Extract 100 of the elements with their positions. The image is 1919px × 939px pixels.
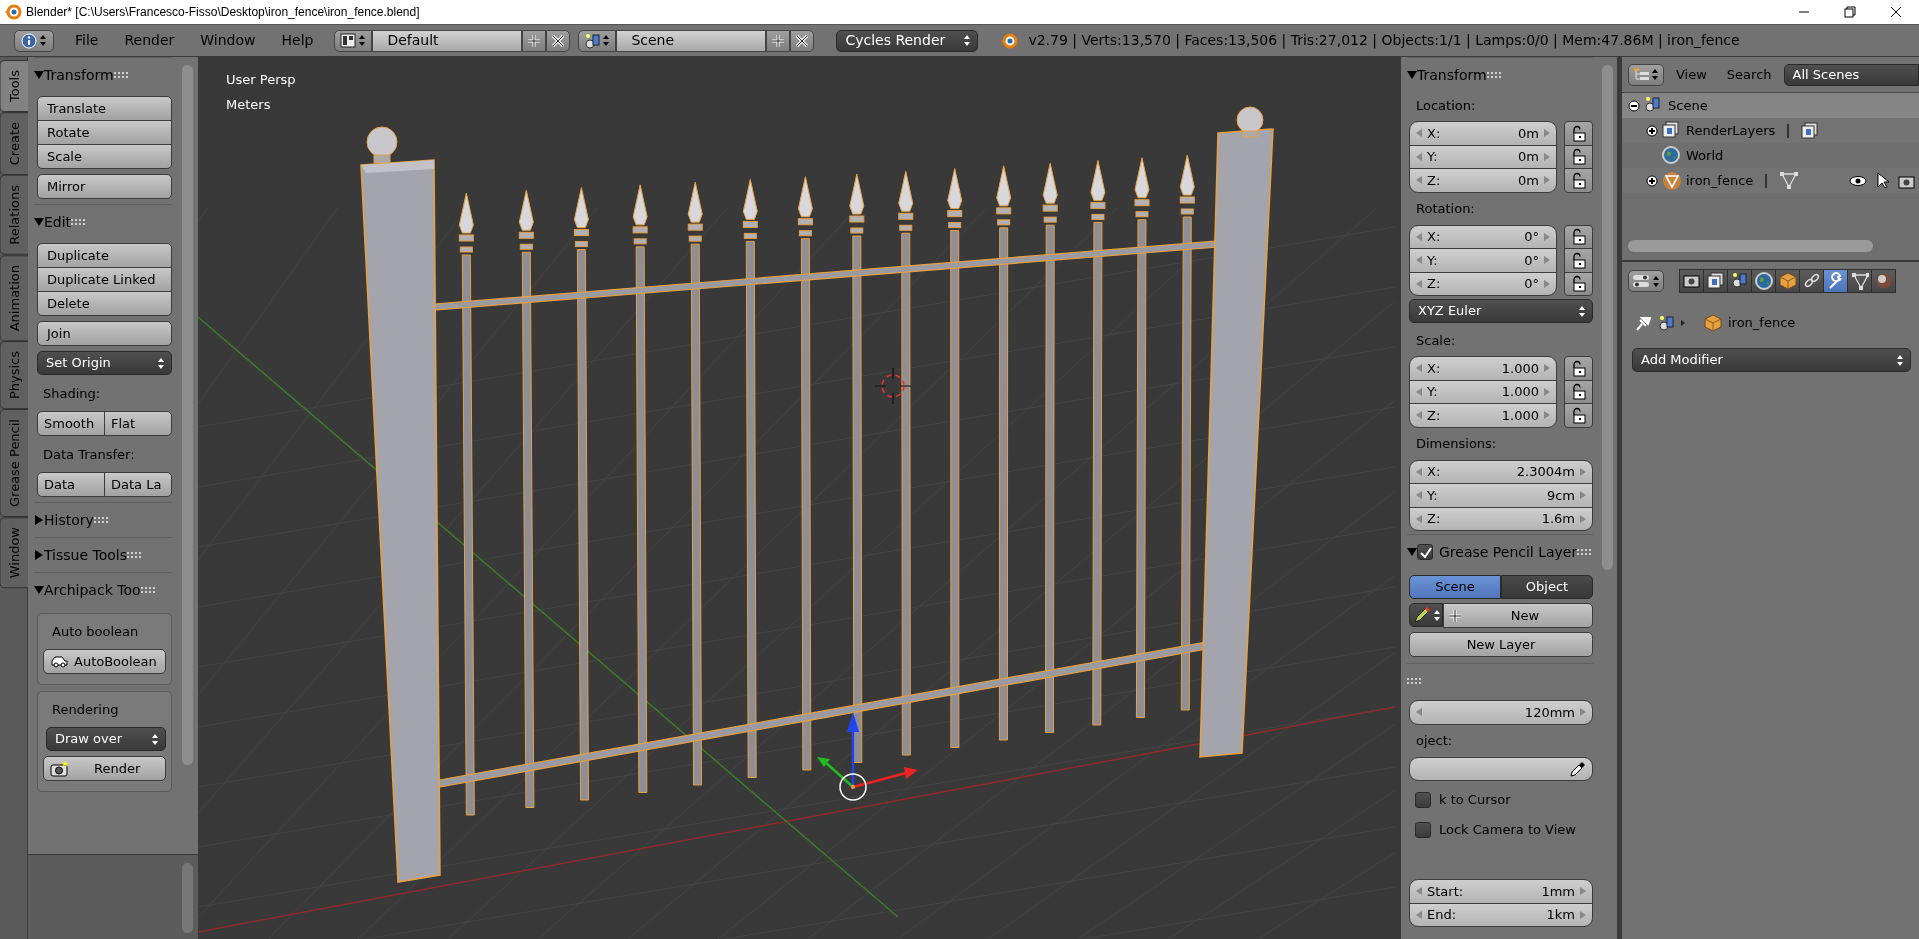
tool-button[interactable]: Flat bbox=[104, 411, 172, 436]
panel-title[interactable]: Archipack Too bbox=[44, 579, 141, 601]
expand-icon[interactable] bbox=[1646, 124, 1658, 137]
drag-grip-icon[interactable] bbox=[1486, 71, 1501, 79]
menu-item[interactable]: File bbox=[62, 30, 112, 51]
drag-grip-icon[interactable] bbox=[71, 218, 86, 226]
tool-button[interactable]: Smooth bbox=[37, 411, 105, 436]
tool-button[interactable]: Scale bbox=[37, 144, 172, 169]
editor-type-button[interactable] bbox=[14, 29, 54, 52]
tool-button[interactable]: Mirror bbox=[37, 174, 172, 199]
selector-button[interactable] bbox=[578, 29, 617, 52]
add-modifier-dropdown[interactable]: Add Modifier bbox=[1632, 348, 1911, 372]
properties-tab[interactable] bbox=[1823, 269, 1848, 293]
selector-button[interactable] bbox=[334, 29, 373, 52]
tool-button[interactable]: Data La bbox=[104, 472, 172, 497]
cursor-arrow-icon[interactable] bbox=[1875, 172, 1890, 189]
tool-button[interactable]: Delete bbox=[37, 291, 172, 316]
expanded-triangle-icon[interactable] bbox=[1407, 70, 1417, 80]
pin-icon[interactable] bbox=[1634, 314, 1652, 332]
tool-button[interactable]: Data bbox=[37, 472, 105, 497]
properties-tab[interactable] bbox=[1871, 269, 1896, 293]
render-engine-dropdown[interactable]: Cycles Render bbox=[836, 29, 979, 52]
tool-button[interactable]: Rotate bbox=[37, 120, 172, 145]
object-field[interactable] bbox=[1409, 756, 1593, 781]
restore-icon[interactable] bbox=[1844, 6, 1856, 18]
lock-toggle[interactable] bbox=[1564, 248, 1593, 273]
scrollbar[interactable] bbox=[1602, 65, 1613, 570]
properties-tab[interactable] bbox=[1751, 269, 1776, 293]
delete-button[interactable] bbox=[790, 29, 815, 52]
dropdown-menu[interactable]: XYZ Euler bbox=[1409, 299, 1593, 323]
menu-item[interactable]: Search bbox=[1718, 64, 1780, 85]
pencil-dropdown[interactable] bbox=[1409, 603, 1443, 627]
tool-tab[interactable]: Tools bbox=[0, 60, 30, 113]
panel-title[interactable]: Transform bbox=[44, 64, 114, 86]
collapsed-triangle-icon[interactable] bbox=[34, 550, 44, 560]
lock-toggle[interactable] bbox=[1564, 168, 1593, 193]
lock-toggle[interactable] bbox=[1564, 224, 1593, 249]
lock-toggle[interactable] bbox=[1564, 356, 1593, 381]
toggle-option[interactable]: Object bbox=[1501, 575, 1593, 599]
eyedropper-icon[interactable] bbox=[1569, 760, 1586, 778]
panel-title[interactable]: Grease Pencil Layer bbox=[1439, 541, 1578, 563]
properties-tab[interactable] bbox=[1847, 269, 1872, 293]
tool-button[interactable]: Render bbox=[43, 756, 166, 781]
close-icon[interactable] bbox=[1890, 6, 1902, 18]
panel-title[interactable]: History bbox=[44, 509, 94, 531]
tool-button[interactable]: Duplicate Linked bbox=[37, 267, 172, 292]
collapsed-triangle-icon[interactable] bbox=[34, 515, 44, 525]
properties-tab[interactable] bbox=[1703, 269, 1728, 293]
layer-button[interactable]: New Layer bbox=[1409, 632, 1593, 657]
drag-grip-icon[interactable] bbox=[1577, 548, 1592, 556]
tree-item[interactable]: World bbox=[1686, 145, 1724, 166]
add-button[interactable] bbox=[522, 29, 547, 52]
expand-icon[interactable] bbox=[1646, 174, 1658, 187]
panel-title[interactable]: Edit bbox=[44, 211, 72, 233]
expanded-triangle-icon[interactable] bbox=[34, 70, 44, 80]
checkbox[interactable] bbox=[1415, 822, 1431, 838]
properties-tab[interactable] bbox=[1727, 269, 1752, 293]
tool-button[interactable]: AutoBoolean bbox=[43, 649, 166, 674]
add-button[interactable] bbox=[766, 29, 791, 52]
panel-title[interactable]: Transform bbox=[1417, 64, 1487, 86]
tool-button[interactable]: Join bbox=[37, 321, 172, 346]
scrollbar[interactable] bbox=[182, 863, 193, 933]
screen-layout-field[interactable]: Default bbox=[372, 29, 523, 52]
lock-toggle[interactable] bbox=[1564, 121, 1593, 146]
drag-grip-icon[interactable] bbox=[113, 71, 128, 79]
scrollbar[interactable] bbox=[182, 65, 193, 765]
lock-toggle[interactable] bbox=[1564, 403, 1593, 428]
expanded-triangle-icon[interactable] bbox=[1407, 547, 1417, 557]
drag-grip-icon[interactable] bbox=[93, 516, 108, 524]
properties-tab[interactable] bbox=[1775, 269, 1800, 293]
menu-item[interactable]: Help bbox=[268, 30, 327, 51]
lock-toggle[interactable] bbox=[1564, 271, 1593, 296]
expanded-triangle-icon[interactable] bbox=[34, 217, 44, 227]
drag-grip-icon[interactable] bbox=[1407, 677, 1421, 685]
eye-icon[interactable] bbox=[1849, 173, 1867, 188]
delete-button[interactable] bbox=[546, 29, 571, 52]
tool-button[interactable]: Translate bbox=[37, 96, 172, 121]
menu-item[interactable]: Window bbox=[187, 30, 269, 51]
editor-type-button[interactable] bbox=[1628, 63, 1664, 86]
tree-item[interactable]: iron_fence bbox=[1686, 170, 1754, 191]
expanded-triangle-icon[interactable] bbox=[34, 585, 44, 595]
drag-grip-icon[interactable] bbox=[140, 586, 155, 594]
tree-item[interactable]: Scene bbox=[1668, 95, 1708, 116]
checkbox[interactable] bbox=[1415, 792, 1431, 808]
editor-type-button[interactable] bbox=[1628, 270, 1664, 292]
menu-item[interactable]: Render bbox=[111, 30, 188, 51]
horizontal-scrollbar[interactable] bbox=[1628, 240, 1873, 252]
properties-tab[interactable] bbox=[1679, 269, 1704, 293]
display-mode-dropdown[interactable]: All Scenes bbox=[1783, 63, 1919, 86]
dropdown-menu[interactable]: Draw over bbox=[46, 727, 166, 751]
new-button[interactable]: New bbox=[1443, 603, 1593, 628]
checkbox[interactable] bbox=[1417, 544, 1433, 560]
toggle-option[interactable]: Scene bbox=[1409, 575, 1501, 599]
dropdown-menu[interactable]: Set Origin bbox=[37, 351, 172, 375]
properties-tab[interactable] bbox=[1799, 269, 1824, 293]
tool-button[interactable]: Duplicate bbox=[37, 243, 172, 268]
panel-title[interactable]: Tissue Tools bbox=[44, 544, 128, 566]
drag-grip-icon[interactable] bbox=[127, 551, 142, 559]
scene-field[interactable]: Scene bbox=[616, 29, 767, 52]
collapse-icon[interactable] bbox=[1628, 99, 1640, 112]
